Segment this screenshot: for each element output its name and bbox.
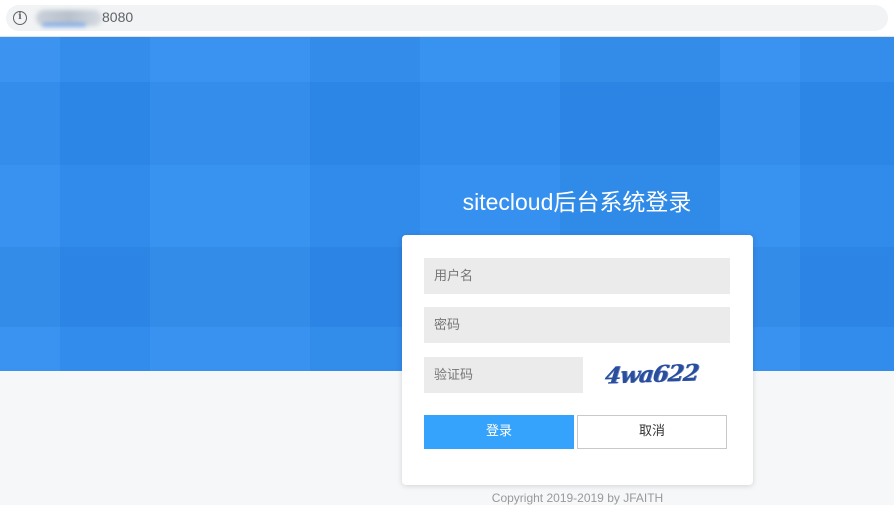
username-input[interactable] (424, 258, 730, 294)
info-icon[interactable]: i (13, 11, 27, 25)
password-input[interactable] (424, 307, 730, 343)
login-button[interactable]: 登录 (424, 415, 574, 449)
login-card: 4wa622 登录 取消 (402, 235, 753, 485)
copyright-text: Copyright 2019-2019 by JFAITH (491, 491, 664, 505)
url-field[interactable]: i 8080 (6, 5, 888, 31)
url-redacted-blur (36, 10, 102, 27)
captcha-image[interactable]: 4wa622 (603, 359, 707, 392)
captcha-input[interactable] (424, 357, 583, 393)
cancel-button[interactable]: 取消 (577, 415, 727, 449)
browser-address-bar: i 8080 (0, 0, 894, 37)
url-port-text: 8080 (102, 9, 134, 25)
page-title: sitecloud后台系统登录 (462, 189, 692, 215)
